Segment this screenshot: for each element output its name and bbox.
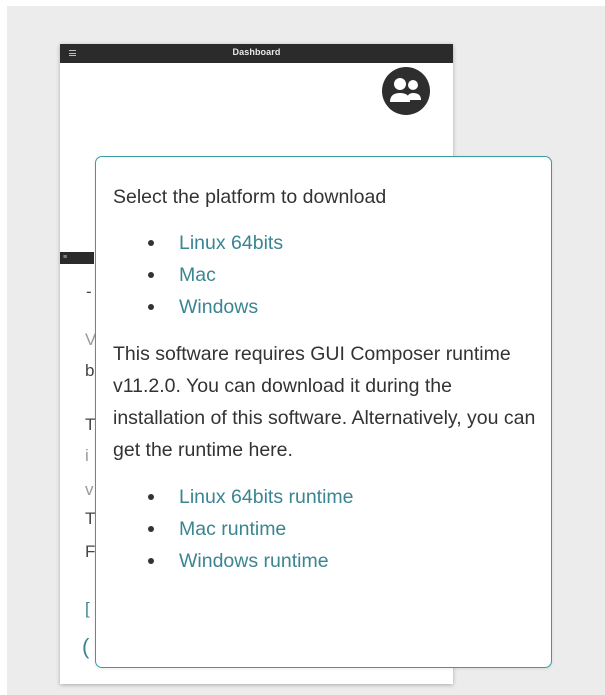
platform-list: Linux 64bits Mac Windows [113, 227, 537, 323]
linux-64bits-link[interactable]: Linux 64bits [179, 232, 283, 254]
download-popup: Select the platform to download Linux 64… [95, 156, 552, 668]
occluded-text-fragment: [ [85, 599, 90, 618]
mac-runtime-link[interactable]: Mac runtime [179, 518, 286, 540]
title-bar: Dashboard [60, 44, 453, 63]
mac-link[interactable]: Mac [179, 264, 216, 286]
linux-64bits-runtime-link[interactable]: Linux 64bits runtime [179, 486, 354, 508]
occluded-text-fragment: b [85, 361, 95, 380]
runtime-list: Linux 64bits runtime Mac runtime Windows… [113, 481, 537, 577]
window-title: Dashboard [232, 47, 281, 57]
occluded-text-fragment: T [85, 415, 96, 434]
occluded-text-fragment: i [85, 446, 89, 465]
occluded-text-fragment: F [85, 542, 96, 561]
list-item: Windows [113, 291, 537, 323]
list-item: Mac [113, 259, 537, 291]
occluded-text-fragment: T [85, 509, 96, 528]
users-icon[interactable] [381, 66, 431, 116]
list-item: Mac runtime [113, 513, 537, 545]
runtime-requirement-text: This software requires GUI Composer runt… [113, 343, 536, 461]
list-item: Linux 64bits [113, 227, 537, 259]
windows-link[interactable]: Windows [179, 296, 258, 318]
windows-runtime-link[interactable]: Windows runtime [179, 550, 329, 572]
list-item: Linux 64bits runtime [113, 481, 537, 513]
occluded-text-fragment: - [86, 282, 92, 301]
occluded-text-fragment: ( [82, 634, 90, 659]
list-item: Windows runtime [113, 545, 537, 577]
popup-heading: Select the platform to download [113, 186, 387, 208]
inner-window-bar: ≡ [60, 252, 94, 264]
occluded-text-fragment: v [85, 480, 94, 499]
